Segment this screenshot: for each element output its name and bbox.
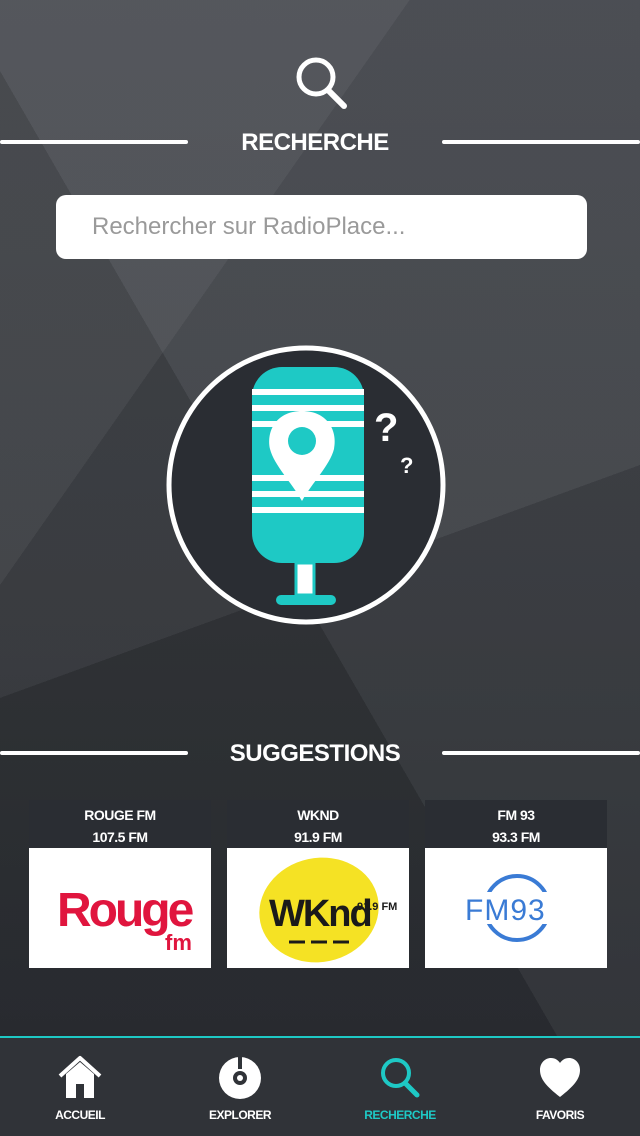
suggestion-card-wknd[interactable]: WKND 91.9 FM WKnd 91.9 FM	[227, 800, 409, 968]
fm93-logo: FM93	[425, 848, 607, 968]
svg-text:?: ?	[400, 453, 413, 478]
station-frequency: 91.9 FM	[294, 829, 342, 845]
card-header: WKND 91.9 FM	[227, 800, 409, 848]
search-section-header: RECHERCHE	[0, 127, 640, 157]
station-frequency: 93.3 FM	[492, 829, 540, 845]
station-name: ROUGE FM	[84, 807, 156, 823]
station-frequency: 107.5 FM	[92, 829, 148, 845]
station-name: WKND	[297, 807, 339, 823]
tab-explorer[interactable]: EXPLORER	[160, 1038, 320, 1136]
suggestions-list: ROUGE FM 107.5 FM Rouge fm WKND 91.9 FM …	[29, 800, 609, 970]
search-icon	[296, 57, 347, 109]
tab-favoris[interactable]: FAVORIS	[480, 1038, 640, 1136]
svg-text:91.9 FM: 91.9 FM	[357, 901, 397, 913]
suggestion-card-fm93[interactable]: FM 93 93.3 FM FM93	[425, 800, 607, 968]
tab-label: RECHERCHE	[364, 1108, 436, 1122]
divider-left	[0, 751, 188, 755]
card-header: FM 93 93.3 FM	[425, 800, 607, 848]
search-input[interactable]	[56, 195, 587, 259]
station-name: FM 93	[497, 807, 535, 823]
suggestions-section-header: SUGGESTIONS	[0, 738, 640, 768]
home-icon	[58, 1056, 102, 1098]
tab-recherche[interactable]: RECHERCHE	[320, 1038, 480, 1136]
tab-label: FAVORIS	[535, 1108, 585, 1122]
disc-icon	[219, 1057, 261, 1099]
suggestions-title: SUGGESTIONS	[229, 740, 401, 767]
divider-left	[0, 140, 188, 144]
microphone-location-question-icon: ? ?	[166, 345, 446, 625]
tab-label: ACCUEIL	[55, 1108, 105, 1122]
page-title: RECHERCHE	[241, 129, 389, 156]
search-box[interactable]	[56, 195, 587, 259]
svg-text:?: ?	[374, 406, 398, 450]
search-icon	[381, 1058, 420, 1098]
svg-text:fm: fm	[165, 930, 192, 955]
suggestion-card-rouge-fm[interactable]: ROUGE FM 107.5 FM Rouge fm	[29, 800, 211, 968]
wknd-logo: WKnd 91.9 FM	[227, 848, 409, 968]
svg-text:WKnd: WKnd	[269, 893, 371, 935]
rouge-fm-logo: Rouge fm	[29, 848, 211, 968]
card-header: ROUGE FM 107.5 FM	[29, 800, 211, 848]
tab-label: EXPLORER	[208, 1108, 272, 1122]
divider-right	[442, 751, 640, 755]
tab-bar: ACCUEIL EXPLORER RECHERCHE FAVORIS	[0, 1036, 640, 1136]
tab-accueil[interactable]: ACCUEIL	[0, 1038, 160, 1136]
divider-right	[442, 140, 640, 144]
svg-text:FM93: FM93	[465, 894, 546, 927]
heart-icon	[540, 1058, 580, 1097]
